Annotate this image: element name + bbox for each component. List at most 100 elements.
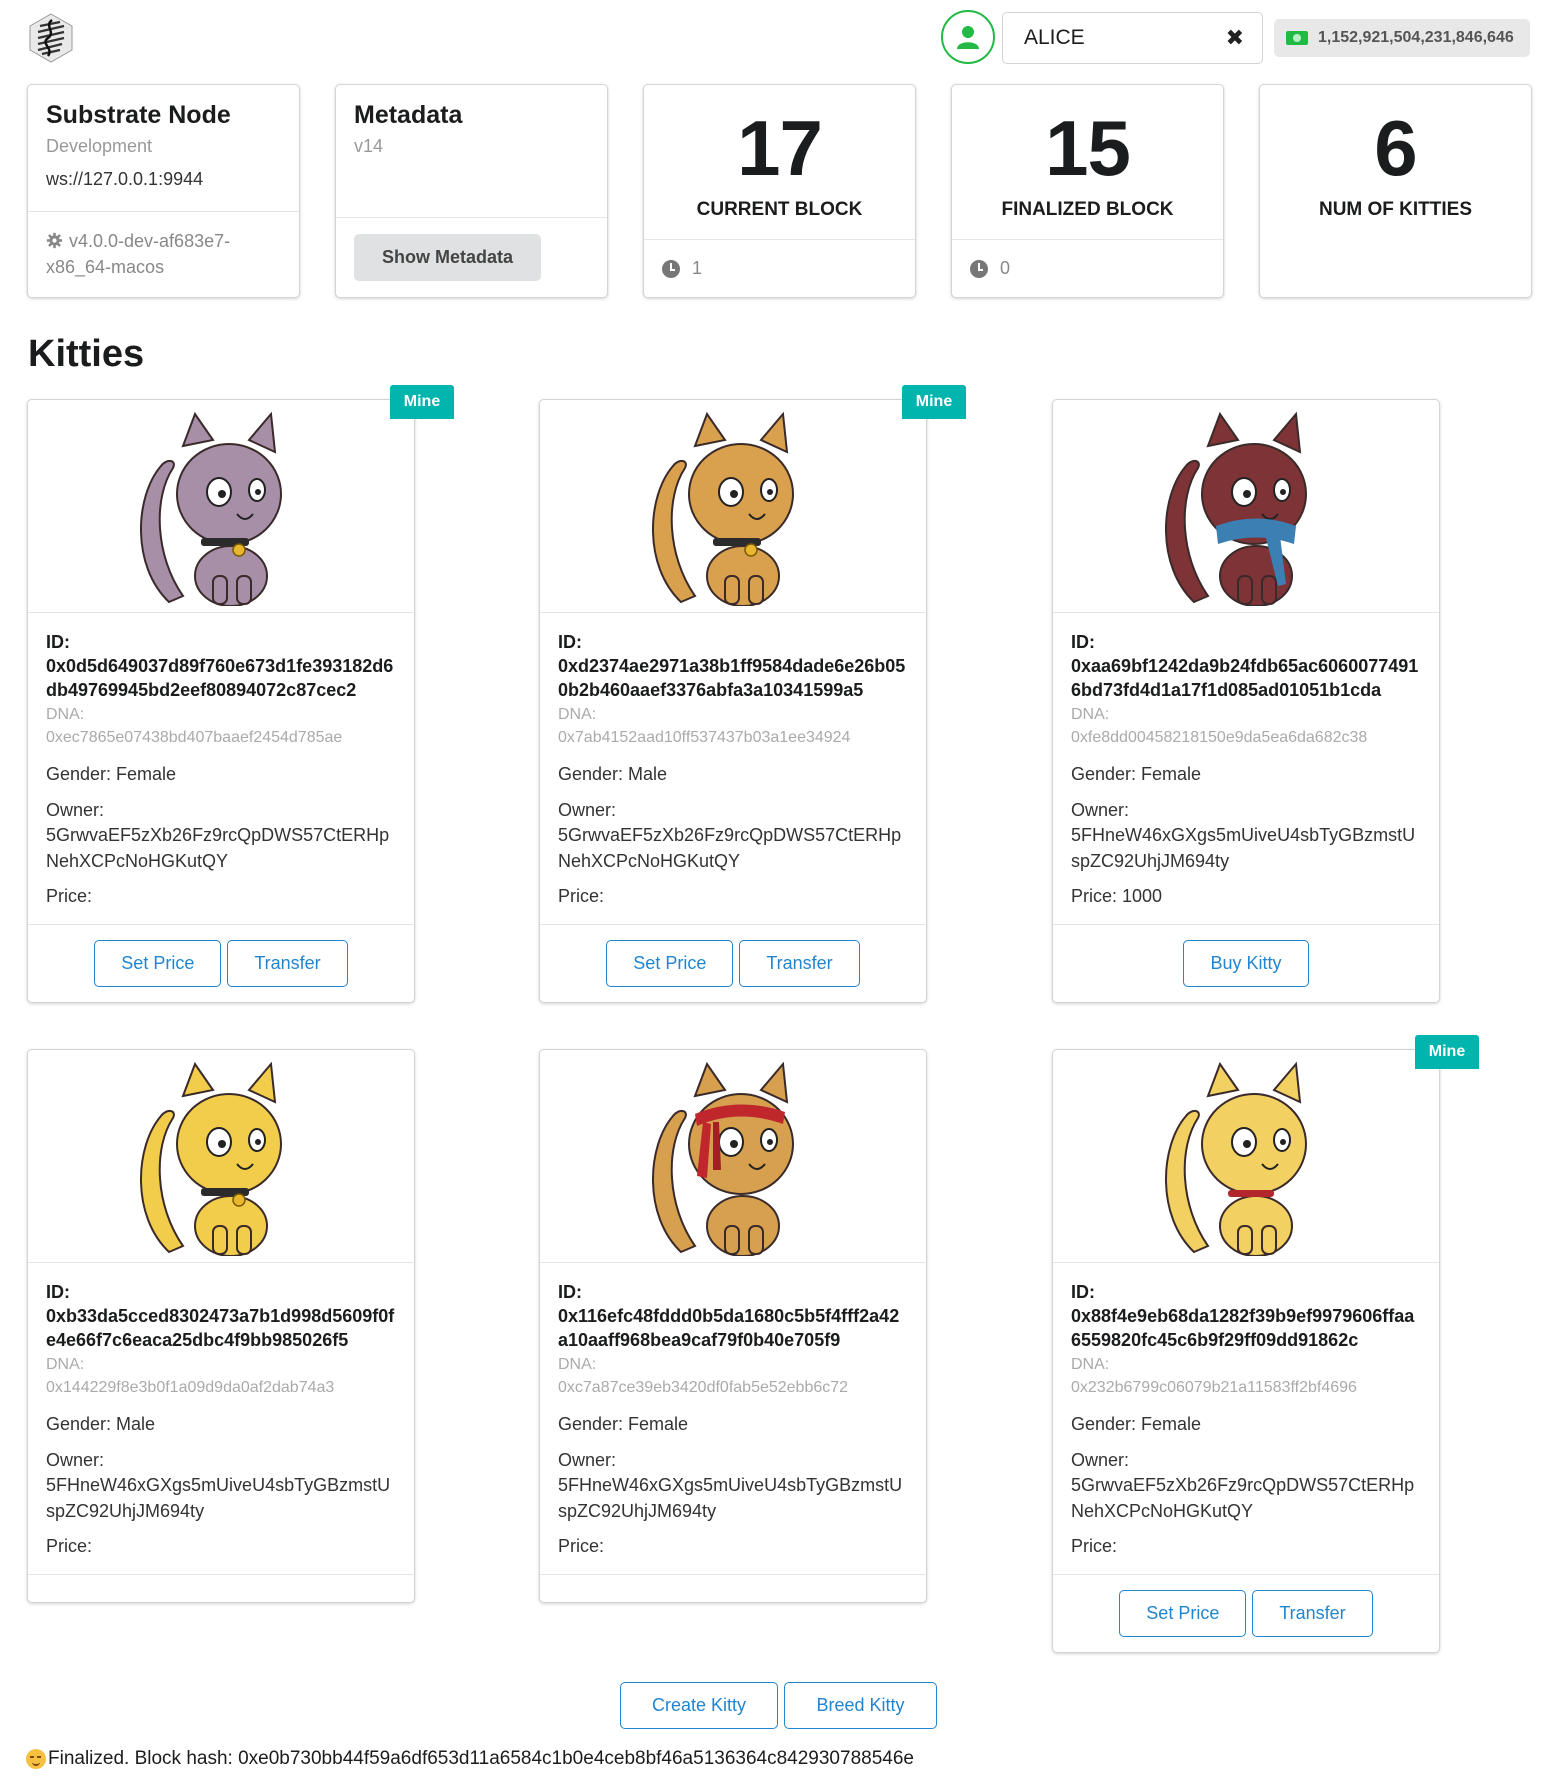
set-price-button[interactable]: Set Price xyxy=(606,940,734,987)
kitty-dna: 0x232b6799c06079b21a11583ff2bf4696 xyxy=(1071,1379,1357,1396)
kitty-image xyxy=(652,411,794,606)
kitty-dna-label: DNA: xyxy=(46,706,85,723)
kitty-dna-label: DNA: xyxy=(558,706,597,723)
buy-kitty-button[interactable]: Buy Kitty xyxy=(1183,940,1309,987)
kitty-image xyxy=(140,1061,282,1256)
kitty-image-box xyxy=(1053,400,1439,613)
num-kitties-card: 6 NUM OF KITTIES xyxy=(1259,84,1532,298)
account-name: ALICE xyxy=(1024,26,1085,49)
kitty-dna-label: DNA: xyxy=(1071,1356,1110,1373)
kitty-actions: Set Price Transfer xyxy=(28,924,414,1002)
user-icon xyxy=(957,26,979,49)
kitty-id: 0xb33da5cced8302473a7b1d998d5609f0fe4e66… xyxy=(46,1306,395,1350)
balance-value: 1,152,921,504,231,846,646 xyxy=(1318,29,1514,46)
transfer-button[interactable]: Transfer xyxy=(227,940,348,987)
kitty-image xyxy=(652,1061,794,1256)
kitty-id: 0xaa69bf1242da9b24fdb65ac60600774916bd73… xyxy=(1071,656,1419,700)
kitty-actions xyxy=(540,1574,926,1602)
set-price-button[interactable]: Set Price xyxy=(94,940,222,987)
kitty-id: 0x116efc48fddd0b5da1680c5b5f4fff2a42a10a… xyxy=(558,1306,900,1350)
kitty-price: Price: xyxy=(1071,1536,1118,1556)
kitty-actions: Set Price Transfer xyxy=(1053,1574,1439,1652)
kitty-id: 0x0d5d649037d89f760e673d1fe393182d6db497… xyxy=(46,656,394,700)
kitty-owner-label: Owner: xyxy=(1071,800,1130,820)
kitty-gender: Gender: Female xyxy=(1071,764,1202,784)
kitty-owner-label: Owner: xyxy=(46,1450,105,1470)
kitty-dna: 0xc7a87ce39eb3420df0fab5e52ebb6c72 xyxy=(558,1379,849,1396)
kitty-owner: 5GrwvaEF5zXb26Fz9rcQpDWS57CtERHpNehXCPcN… xyxy=(46,825,390,871)
kitty-image-box xyxy=(28,400,414,613)
set-price-button[interactable]: Set Price xyxy=(1119,1590,1247,1637)
num-kitties-value: 6 xyxy=(1374,104,1417,192)
kitty-price: Price: xyxy=(46,886,93,906)
mine-badge: Mine xyxy=(902,385,966,419)
kitty-gender: Gender: Male xyxy=(558,764,668,784)
transfer-button[interactable]: Transfer xyxy=(1252,1590,1373,1637)
account-avatar-button[interactable] xyxy=(941,10,995,64)
kitty-image xyxy=(1165,411,1307,606)
kitty-image-box xyxy=(540,1050,926,1263)
kitty-dna: 0x7ab4152aad10ff537437b03a1ee34924 xyxy=(558,729,851,746)
current-block-card: 17 CURRENT BLOCK 1 xyxy=(643,84,916,298)
kitty-owner: 5FHneW46xGXgs5mUiveU4sbTyGBzmstUspZC92Uh… xyxy=(558,1475,903,1521)
kitties-heading: Kitties xyxy=(28,333,145,375)
kitty-price: Price: xyxy=(558,1536,605,1556)
node-socket: ws://127.0.0.1:9944 xyxy=(46,169,204,189)
kitty-gender: Gender: Male xyxy=(46,1414,156,1434)
kitty-owner: 5GrwvaEF5zXb26Fz9rcQpDWS57CtERHpNehXCPcN… xyxy=(1071,1475,1415,1521)
finalized-block-label: FINALIZED BLOCK xyxy=(1001,199,1174,220)
kitty-card: ID: 0xb33da5cced8302473a7b1d998d5609f0fe… xyxy=(27,1049,415,1603)
metadata-title: Metadata xyxy=(354,101,463,129)
breed-kitty-button[interactable]: Breed Kitty xyxy=(784,1682,937,1729)
kitty-id: 0x88f4e9eb68da1282f39b9ef9979606ffaa6559… xyxy=(1071,1306,1415,1350)
smile-icon xyxy=(26,1749,46,1769)
kitty-id-label: ID: xyxy=(558,632,582,652)
num-kitties-label: NUM OF KITTIES xyxy=(1318,199,1473,220)
mine-badge: Mine xyxy=(390,385,454,419)
finalized-block-timer: 0 xyxy=(1000,258,1011,278)
kitty-dna-label: DNA: xyxy=(1071,706,1110,723)
kitty-id-label: ID: xyxy=(1071,1282,1095,1302)
balance-badge: 1,152,921,504,231,846,646 xyxy=(1274,19,1530,57)
kitty-dna: 0xfe8dd00458218150e9da5ea6da682c38 xyxy=(1071,729,1368,746)
show-metadata-button[interactable]: Show Metadata xyxy=(354,234,542,281)
account-selector[interactable]: ALICE ✖ xyxy=(1002,12,1263,64)
kitty-id-label: ID: xyxy=(558,1282,582,1302)
current-block-value: 17 xyxy=(737,104,823,192)
node-version: v4.0.0-dev-af683e7-x86_64-macos xyxy=(46,228,281,280)
kitty-image xyxy=(140,411,282,606)
kitty-actions: Buy Kitty xyxy=(1053,924,1439,1002)
kitty-owner-label: Owner: xyxy=(1071,1450,1130,1470)
node-title: Substrate Node xyxy=(46,101,231,129)
kitty-owner: 5GrwvaEF5zXb26Fz9rcQpDWS57CtERHpNehXCPcN… xyxy=(558,825,902,871)
kitty-id-label: ID: xyxy=(46,1282,70,1302)
kitty-owner-label: Owner: xyxy=(558,1450,617,1470)
kitty-gender: Gender: Female xyxy=(1071,1414,1202,1434)
kitty-price: Price: xyxy=(558,886,605,906)
kitty-dna-label: DNA: xyxy=(46,1356,85,1373)
kitty-id: 0xd2374ae2971a38b1ff9584dade6e26b050b2b4… xyxy=(558,656,906,700)
current-block-timer: 1 xyxy=(692,258,703,278)
mine-badge: Mine xyxy=(1415,1035,1479,1069)
node-version-text: v4.0.0-dev-af683e7-x86_64-macos xyxy=(46,231,231,277)
kitty-gender: Gender: Female xyxy=(558,1414,689,1434)
clear-icon[interactable]: ✖ xyxy=(1226,25,1244,51)
substrate-logo-icon xyxy=(29,13,73,63)
node-chain: Development xyxy=(46,136,153,156)
kitty-card: Mine ID: 0x88f4e9eb68da1282f39b9ef997960… xyxy=(1052,1035,1479,1653)
gear-icon xyxy=(46,232,63,249)
kitty-price: Price: xyxy=(46,1536,93,1556)
kitty-card: Mine ID: 0xd2374ae2971a38b1ff9584dade6e2… xyxy=(539,385,966,1003)
clock-icon xyxy=(662,259,680,278)
kitty-owner: 5FHneW46xGXgs5mUiveU4sbTyGBzmstUspZC92Uh… xyxy=(1071,825,1416,871)
kitty-actions-bar: Create Kitty Breed Kitty xyxy=(620,1682,937,1729)
kitty-price: Price: 1000 xyxy=(1071,886,1163,906)
create-kitty-button[interactable]: Create Kitty xyxy=(620,1682,778,1729)
kitty-owner-label: Owner: xyxy=(558,800,617,820)
finalized-block-value: 15 xyxy=(1045,104,1131,192)
money-icon xyxy=(1286,31,1308,45)
transfer-button[interactable]: Transfer xyxy=(739,940,860,987)
finalized-block-card: 15 FINALIZED BLOCK 0 xyxy=(951,84,1224,298)
kitty-id-label: ID: xyxy=(46,632,70,652)
kitty-owner: 5FHneW46xGXgs5mUiveU4sbTyGBzmstUspZC92Uh… xyxy=(46,1475,391,1521)
